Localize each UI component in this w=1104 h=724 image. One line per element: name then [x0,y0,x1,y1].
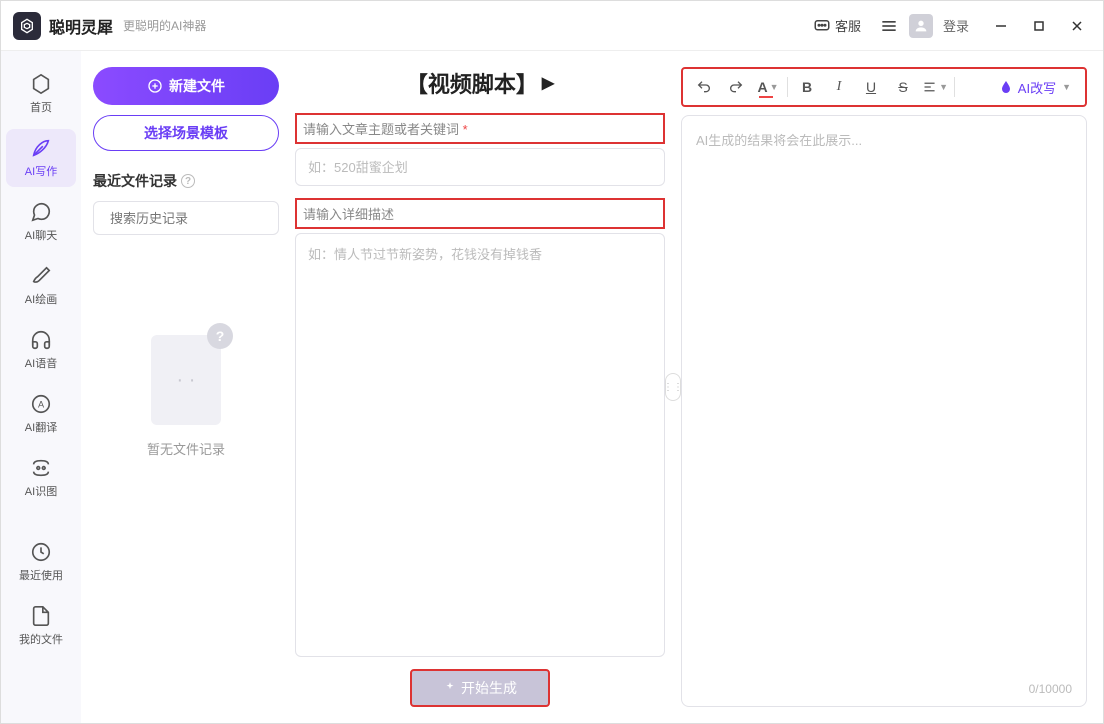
nav-ai-chat[interactable]: AI聊天 [6,193,76,251]
output-panel: A▼ B I U S ▼ AI改写▼ AI生成的结果将会在此展示... 0/10… [673,51,1103,723]
clock-icon [30,541,52,563]
page-title: 【视频脚本】 ▶ [295,67,665,99]
nav-label: AI绘画 [25,291,57,307]
bold-button[interactable]: B [794,74,820,100]
topic-input[interactable] [295,148,665,186]
nav-recent[interactable]: 最近使用 [6,533,76,591]
translate-icon: A [30,393,52,415]
app-subtitle: 更聪明的AI神器 [123,17,805,34]
page-title-text: 【视频脚本】 [406,67,538,99]
nav-label: 我的文件 [19,631,63,647]
strikethrough-button[interactable]: S [890,74,916,100]
play-triangle-icon[interactable]: ▶ [542,73,554,93]
nav-label: AI翻译 [25,419,57,435]
question-badge-icon: ? [207,323,233,349]
file-icon [30,605,52,627]
align-button[interactable]: ▼ [922,74,948,100]
recent-files-title: 最近文件记录 ? [93,171,279,191]
window-minimize-icon[interactable] [987,12,1015,40]
login-button[interactable]: 登录 [943,16,969,35]
avatar-icon[interactable] [909,14,933,38]
underline-button[interactable]: U [858,74,884,100]
nav-label: AI识图 [25,483,57,499]
brush-icon [30,265,52,287]
detail-textarea[interactable] [295,233,665,657]
nav-my-files[interactable]: 我的文件 [6,597,76,655]
nav-ai-draw[interactable]: AI绘画 [6,257,76,315]
empty-state: · · ? 暂无文件记录 [93,335,279,458]
water-drop-icon [998,79,1014,95]
hexagon-icon [30,73,52,95]
hamburger-menu-icon[interactable] [879,16,899,36]
choose-template-button[interactable]: 选择场景模板 [93,115,279,151]
editor-center: 【视频脚本】 ▶ 请输入文章主题或者关键词 请输入详细描述 开始生成 ⋮⋮ [291,51,673,723]
topic-label: 请输入文章主题或者关键词 [295,113,665,144]
nav-label: AI语音 [25,355,57,371]
headphones-icon [30,329,52,351]
nav-ai-writing[interactable]: AI写作 [6,129,76,187]
nav-label: 首页 [30,99,52,115]
generate-label: 开始生成 [461,678,517,698]
help-icon[interactable]: ? [181,174,195,188]
italic-button[interactable]: I [826,74,852,100]
svg-text:A: A [38,400,45,410]
generate-button[interactable]: 开始生成 [410,669,550,707]
undo-button[interactable] [691,74,717,100]
customer-service-button[interactable]: 客服 [805,12,869,39]
feather-icon [30,137,52,159]
nav-label: AI写作 [25,163,57,179]
ai-rewrite-button[interactable]: AI改写▼ [992,78,1077,97]
text-color-button[interactable]: A▼ [755,74,781,100]
nav-ai-image-rec[interactable]: AI识图 [6,449,76,507]
nav-ai-voice[interactable]: AI语音 [6,321,76,379]
redo-button[interactable] [723,74,749,100]
sparkle-icon [443,681,457,695]
app-title: 聪明灵犀 [49,14,113,38]
image-rec-icon [30,457,52,479]
customer-service-label: 客服 [835,16,861,35]
chat-icon [30,201,52,223]
recent-files-label: 最近文件记录 [93,171,177,191]
detail-label: 请输入详细描述 [295,198,665,229]
output-placeholder: AI生成的结果将会在此展示... [696,133,862,148]
char-count: 0/10000 [1029,682,1072,696]
search-input[interactable] [110,211,286,226]
nav-home[interactable]: 首页 [6,65,76,123]
plus-circle-icon [147,78,163,94]
titlebar: 聪明灵犀 更聪明的AI神器 客服 登录 [1,1,1103,51]
empty-doc-icon: · · ? [151,335,221,425]
window-close-icon[interactable] [1063,12,1091,40]
editor-toolbar: A▼ B I U S ▼ AI改写▼ [681,67,1087,107]
nav-label: 最近使用 [19,567,63,583]
main-area: 首页 AI写作 AI聊天 AI绘画 AI语音 A AI翻译 AI识图 [1,51,1103,723]
empty-text: 暂无文件记录 [147,439,225,458]
file-panel: 新建文件 选择场景模板 最近文件记录 ? · · ? 暂无文件记录 [81,51,291,723]
ai-rewrite-label: AI改写 [1018,78,1056,97]
panel-drag-handle-icon[interactable]: ⋮⋮ [665,373,681,401]
search-box[interactable] [93,201,279,235]
output-textarea[interactable]: AI生成的结果将会在此展示... 0/10000 [681,115,1087,707]
nav-label: AI聊天 [25,227,57,243]
nav-ai-translate[interactable]: A AI翻译 [6,385,76,443]
side-nav: 首页 AI写作 AI聊天 AI绘画 AI语音 A AI翻译 AI识图 [1,51,81,723]
new-file-button[interactable]: 新建文件 [93,67,279,105]
window-maximize-icon[interactable] [1025,12,1053,40]
new-file-label: 新建文件 [169,76,225,96]
app-logo-icon [13,12,41,40]
